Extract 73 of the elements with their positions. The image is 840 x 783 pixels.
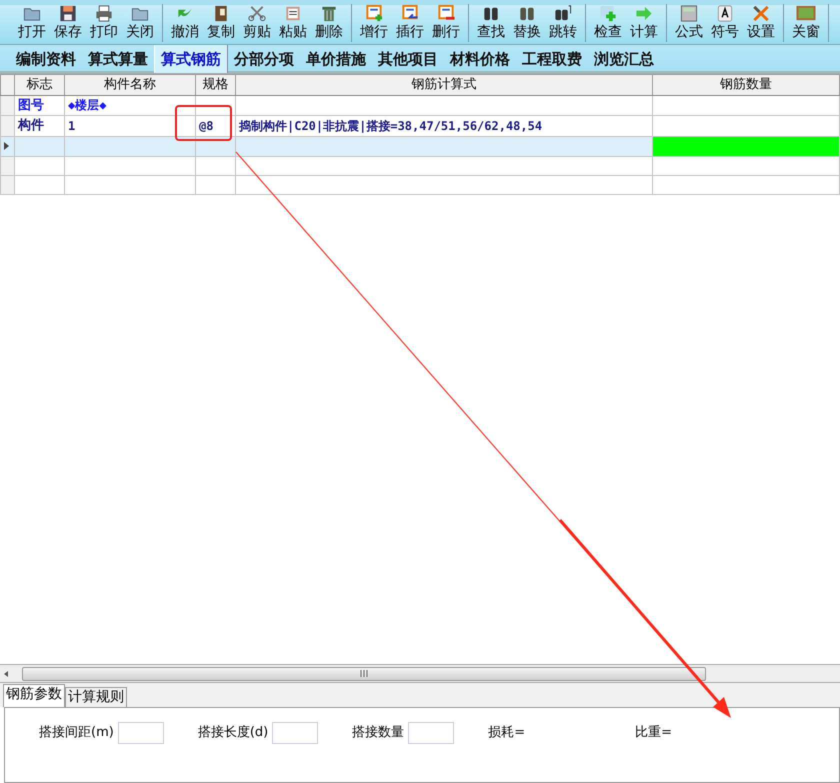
toolbar-button[interactable]: 关窗: [788, 4, 824, 42]
tab[interactable]: 单价措施: [300, 45, 372, 73]
field-label: 搭接间距(m): [39, 724, 114, 742]
binoculars-icon: [553, 4, 573, 23]
quantity-cell[interactable]: [652, 116, 840, 136]
toolbar-button[interactable]: 关闭: [122, 4, 158, 42]
column-header: 构件名称: [64, 74, 196, 95]
quantity-cell[interactable]: [652, 136, 840, 156]
toolbar-button[interactable]: 设置: [743, 4, 779, 42]
tools-icon: [751, 4, 771, 23]
table-cell: ◆楼层◆: [64, 95, 196, 116]
add-comment-icon: [598, 4, 618, 23]
tab[interactable]: 其他项目: [372, 45, 444, 73]
quantity-cell[interactable]: [652, 176, 840, 194]
board-icon: [796, 4, 816, 23]
toolbar-button[interactable]: 粘贴: [275, 4, 311, 42]
column-header: 规格: [196, 74, 236, 95]
toolbar-button[interactable]: 打开: [14, 4, 50, 42]
tab[interactable]: 钢筋参数: [3, 684, 65, 707]
letter-key-icon: [715, 4, 735, 23]
scrollbar-thumb[interactable]: [22, 666, 706, 680]
toolbar-button[interactable]: 复制: [203, 4, 239, 42]
toolbar-button[interactable]: 符号: [707, 4, 743, 42]
toolbar-button[interactable]: 计算: [626, 4, 662, 42]
highlight-rectangle: [175, 105, 232, 141]
printer-icon: [94, 4, 114, 23]
tab[interactable]: 算式算量: [82, 45, 154, 73]
toolbar-button[interactable]: 删除: [311, 4, 347, 42]
tab[interactable]: 材料价格: [444, 45, 516, 73]
tab[interactable]: 算式钢筋: [154, 45, 228, 73]
tab[interactable]: 浏览汇总: [588, 45, 660, 73]
tab[interactable]: 分部分项: [228, 45, 300, 73]
table-cell: 捣制构件|C20|非抗震|搭接=38,47/51,56/62,48,54: [236, 116, 652, 136]
scissors-icon: [247, 4, 267, 23]
toolbar-button[interactable]: 撤消: [167, 4, 203, 42]
toolbar-button[interactable]: 插行: [392, 4, 428, 42]
toolbar-button[interactable]: 查找: [473, 4, 509, 42]
tab[interactable]: 计算规则: [65, 687, 127, 707]
toolbar-button[interactable]: 保存: [50, 4, 86, 42]
table-cell: 图号: [14, 95, 64, 116]
field-label: 搭接长度(d): [198, 724, 268, 742]
column-header: 钢筋数量: [652, 74, 840, 95]
row-pointer-icon: [2, 140, 11, 151]
toolbar-button[interactable]: 剪贴: [239, 4, 275, 42]
toolbar-button[interactable]: 删行: [428, 4, 464, 42]
readout-label: 比重=: [635, 724, 672, 742]
column-header: 标志: [14, 74, 64, 95]
field-label: 搭接数量: [352, 724, 404, 742]
grip-icon: [360, 670, 368, 677]
calculator-icon: [679, 4, 699, 23]
add-row-icon: [364, 4, 384, 23]
table-cell: 构件: [14, 116, 64, 136]
tab[interactable]: 工程取费: [516, 45, 588, 73]
toolbar-button[interactable]: 打印: [86, 4, 122, 42]
input-field[interactable]: [272, 722, 318, 744]
input-field[interactable]: [118, 722, 164, 744]
quantity-cell[interactable]: [652, 95, 840, 116]
readout-label: 损耗=: [488, 724, 526, 742]
right-arrow-icon: [634, 4, 654, 23]
row-header[interactable]: [0, 136, 14, 156]
table-cell: @8: [196, 116, 236, 136]
tab[interactable]: 编制资料: [10, 45, 82, 73]
horizontal-scrollbar[interactable]: [0, 664, 840, 682]
toolbar-button[interactable]: 增行: [356, 4, 392, 42]
toolbar-button[interactable]: 检查: [590, 4, 626, 42]
toolbar-button[interactable]: 公式: [671, 4, 707, 42]
toolbar-button[interactable]: 替换: [509, 4, 545, 42]
column-header: 钢筋计算式: [236, 74, 652, 95]
scroll-left-icon[interactable]: [2, 668, 10, 678]
quantity-cell[interactable]: [652, 156, 840, 176]
toolbar-button[interactable]: 跳转: [545, 4, 581, 42]
table-cell: 1: [64, 116, 196, 136]
input-field[interactable]: [408, 722, 454, 744]
